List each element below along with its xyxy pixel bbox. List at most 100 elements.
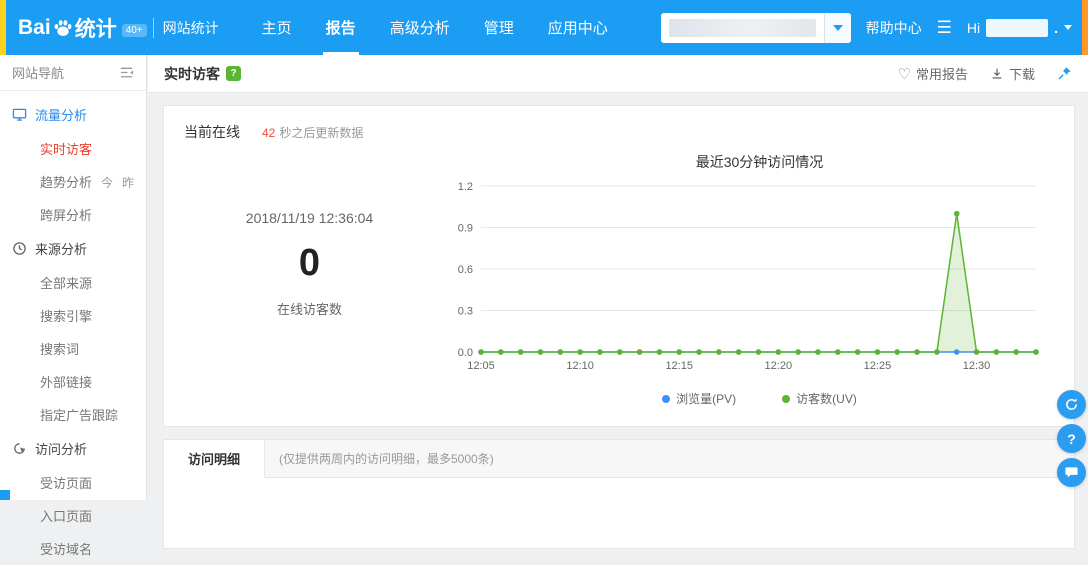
- svg-text:1.2: 1.2: [458, 181, 473, 193]
- current-timestamp: 2018/11/19 12:36:04: [245, 210, 374, 226]
- pin-icon: [1058, 67, 1071, 80]
- trend-today-link[interactable]: 今: [101, 176, 113, 190]
- chevron-down-icon: [1064, 25, 1072, 30]
- help-center-link[interactable]: 帮助中心: [866, 18, 922, 38]
- sidebar-menu: 流量分析 实时访客 趋势分析今昨 跨屏分析 来源分析 全部来源 搜索引擎 搜索词…: [0, 91, 146, 565]
- online-visitor-count: 0: [298, 242, 321, 284]
- visit-analysis-icon: [14, 443, 26, 454]
- refresh-fab-button[interactable]: [1057, 390, 1086, 419]
- window-edge-left: [0, 0, 6, 55]
- realtime-chart: 最近30分钟访问情况 0.0 0.3 0.6 0.9 1.2 12:05 12:10 12:1…: [435, 146, 1054, 407]
- baidu-tongji-logo[interactable]: Bai 统计 40+: [18, 13, 153, 43]
- visit-detail-panel: 访问明细 (仅提供两周内的访问明细，最多5000条): [163, 439, 1075, 549]
- pv-dot-icon: [662, 394, 671, 403]
- tab-visit-detail[interactable]: 访问明细: [164, 440, 266, 478]
- sidebar-section-visit-analysis[interactable]: 访问分析: [0, 431, 146, 466]
- sidebar-item-trend-analysis[interactable]: 趋势分析今昨: [0, 165, 146, 198]
- pin-button[interactable]: [1057, 66, 1072, 81]
- panel-header: 当前在线 42 秒之后更新数据: [184, 122, 1054, 142]
- nav-item-advanced-analysis[interactable]: 高级分析: [373, 0, 467, 55]
- favorite-report-button[interactable]: ♡ 常用报告: [898, 64, 968, 83]
- sidebar-item-cross-screen-analysis[interactable]: 跨屏分析: [0, 198, 146, 231]
- realtime-panel: 当前在线 42 秒之后更新数据 2018/11/19 12:36:04 0 在线访…: [163, 105, 1075, 427]
- sidebar-item-search-terms[interactable]: 搜索词: [0, 332, 146, 365]
- sidebar-section-source-analysis[interactable]: 来源分析: [0, 231, 146, 266]
- username-redacted: [986, 18, 1049, 37]
- site-name-redacted: [668, 18, 816, 37]
- sidebar-collapse-button[interactable]: [119, 65, 134, 80]
- feedback-fab-button[interactable]: [1057, 458, 1086, 487]
- navbar-right: 帮助中心 ☰ Hi .: [660, 12, 1072, 43]
- help-fab-button[interactable]: ?: [1057, 424, 1086, 453]
- svg-text:12:25: 12:25: [864, 360, 892, 372]
- svg-text:0.6: 0.6: [458, 264, 473, 276]
- collapse-icon: [120, 67, 134, 78]
- window-edge-right: [1082, 0, 1088, 55]
- sidebar-item-realtime-visitors[interactable]: 实时访客: [0, 132, 146, 165]
- user-suffix: .: [1054, 19, 1058, 36]
- heart-icon: ♡: [897, 65, 911, 83]
- nav-item-report[interactable]: 报告: [309, 0, 373, 55]
- trend-yesterday-link[interactable]: 昨: [122, 176, 134, 190]
- sidebar-section-traffic-analysis[interactable]: 流量分析: [0, 97, 146, 132]
- sidebar-item-search-engines[interactable]: 搜索引擎: [0, 299, 146, 332]
- site-selector-dropdown[interactable]: [660, 12, 851, 43]
- chart-title: 最近30分钟访问情况: [695, 154, 824, 170]
- legend-item-uv[interactable]: 访客数(UV): [782, 390, 857, 407]
- site-selector-toggle[interactable]: [823, 12, 851, 43]
- user-menu[interactable]: Hi .: [966, 18, 1072, 37]
- report-toolbar: 实时访客 ? ♡ 常用报告 下载: [148, 55, 1088, 93]
- logo-text-suffix: 统计: [74, 17, 117, 41]
- svg-text:12:30: 12:30: [963, 360, 991, 372]
- sidebar-item-visited-pages[interactable]: 受访页面: [0, 466, 146, 499]
- version-badge: 40+: [121, 24, 147, 37]
- baidu-paw-icon: [54, 19, 72, 36]
- svg-text:12:05: 12:05: [467, 360, 495, 372]
- refresh-countdown: 42 秒之后更新数据: [262, 125, 364, 140]
- countdown-seconds: 42: [262, 125, 276, 140]
- chevron-down-icon: [832, 24, 843, 31]
- primary-nav: 主页 报告 高级分析 管理 应用中心: [245, 0, 625, 55]
- detail-tab-bar: 访问明细 (仅提供两周内的访问明细，最多5000条): [164, 440, 1074, 478]
- download-icon: [992, 68, 1002, 79]
- top-navbar: Bai 统计 40+ 网站统计 主页 报告 高级分析 管理 应用中心 帮助中心 …: [0, 0, 1088, 55]
- sidebar-item-all-sources[interactable]: 全部来源: [0, 266, 146, 299]
- help-badge-icon[interactable]: ?: [226, 66, 241, 81]
- svg-text:12:10: 12:10: [566, 360, 594, 372]
- question-mark-icon: ?: [1067, 430, 1076, 447]
- nav-item-app-center[interactable]: 应用中心: [531, 0, 625, 55]
- sidebar-item-entry-pages[interactable]: 入口页面: [0, 499, 146, 532]
- sidebar-item-ad-tracking[interactable]: 指定广告跟踪: [0, 398, 146, 431]
- greeting-text: Hi: [966, 19, 981, 36]
- menu-icon[interactable]: ☰: [937, 18, 952, 38]
- product-name: 网站统计: [152, 17, 219, 38]
- download-button[interactable]: 下载: [990, 64, 1035, 83]
- svg-text:12:20: 12:20: [765, 360, 793, 372]
- nav-item-manage[interactable]: 管理: [467, 0, 531, 55]
- line-chart: 0.0 0.3 0.6 0.9 1.2 12:05 12:10 12:15 12:20 12:25…: [458, 181, 1039, 372]
- traffic-analysis-icon: [12, 108, 27, 121]
- svg-text:0.9: 0.9: [458, 223, 473, 235]
- uv-dot-icon: [782, 394, 791, 403]
- floating-buttons: ?: [1057, 390, 1086, 487]
- detail-note: (仅提供两周内的访问明细，最多5000条): [279, 452, 494, 466]
- refresh-icon: [1066, 398, 1077, 410]
- corner-artifact: [0, 490, 10, 500]
- panel-body: 2018/11/19 12:36:04 0 在线访客数 最近30分钟访问情况 0…: [184, 146, 1054, 407]
- online-visitor-count-label: 在线访客数: [276, 302, 342, 317]
- report-actions: ♡ 常用报告 下载: [898, 64, 1072, 83]
- logo-text-prefix: Bai: [18, 15, 51, 39]
- svg-text:0.0: 0.0: [458, 347, 473, 359]
- svg-text:12:15: 12:15: [665, 360, 693, 372]
- main-content: 实时访客 ? ♡ 常用报告 下载 当前在线 42 秒之后更新数据 2018/11…: [148, 55, 1088, 549]
- online-visitors-stat: 2018/11/19 12:36:04 0 在线访客数: [184, 146, 435, 407]
- clock-icon: [13, 242, 26, 255]
- page-title: 实时访客: [164, 65, 220, 82]
- svg-text:0.3: 0.3: [458, 306, 473, 318]
- sidebar-item-external-links[interactable]: 外部链接: [0, 365, 146, 398]
- sidebar-item-visited-domains[interactable]: 受访域名: [0, 532, 146, 565]
- nav-item-home[interactable]: 主页: [245, 0, 309, 55]
- chart-legend: 浏览量(PV) 访客数(UV): [465, 390, 1054, 407]
- sidebar: 网站导航 流量分析 实时访客 趋势分析今昨 跨屏分析 来源分析 全部来源 搜索引…: [0, 55, 147, 557]
- legend-item-pv[interactable]: 浏览量(PV): [662, 390, 736, 407]
